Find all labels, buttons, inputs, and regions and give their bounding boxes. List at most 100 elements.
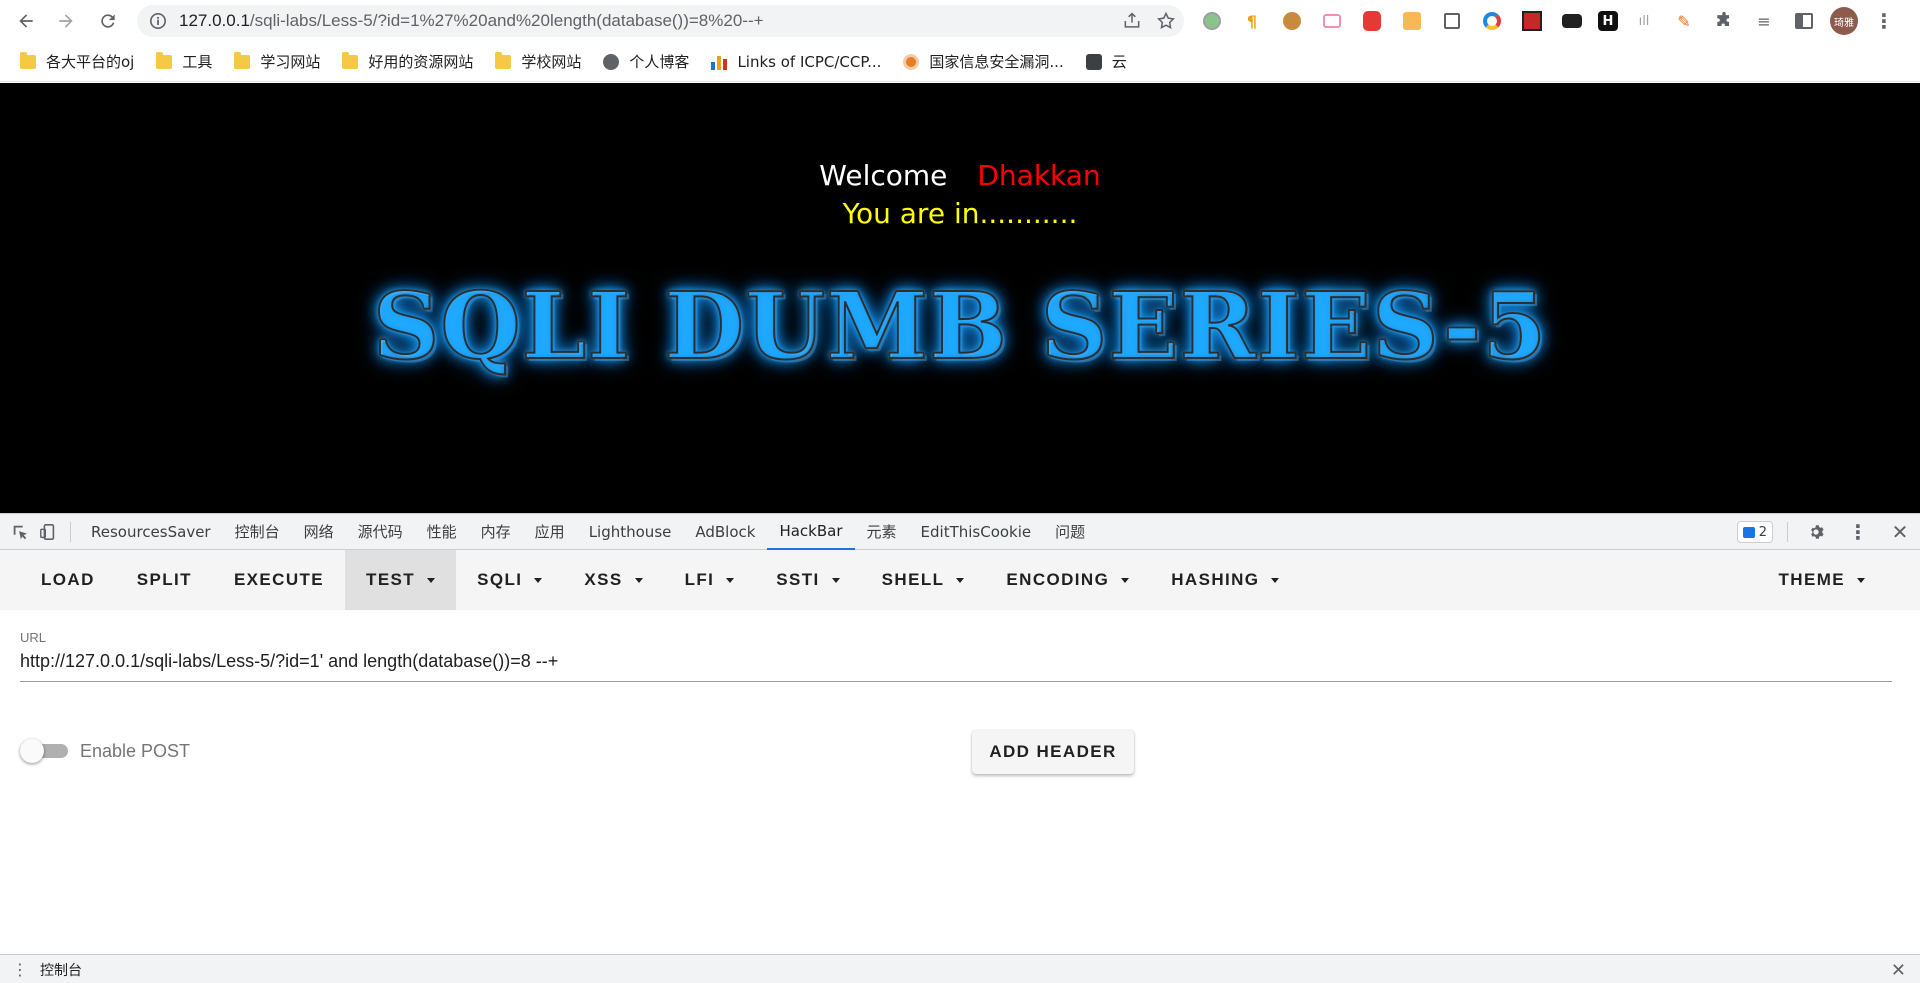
tab-elements[interactable]: 元素 [855,514,909,550]
address-url[interactable]: 127.0.0.1/sqli-labs/Less-5/?id=1%27%20an… [179,11,764,31]
issues-badge[interactable]: 2 [1736,521,1773,543]
inspect-element-icon[interactable] [6,518,34,546]
tab-hackbar[interactable]: HackBar [767,514,855,550]
reading-list-icon[interactable]: ≡ [1750,7,1778,35]
more-options-icon[interactable]: ⋮ [1844,518,1872,546]
extension-red-box-icon[interactable] [1518,7,1546,35]
bookmark-label: 学校网站 [521,53,582,71]
caret-down-icon [831,577,840,583]
caret-down-icon [726,577,735,583]
extension-h-icon[interactable]: H [1598,11,1618,31]
side-panel-icon[interactable] [1790,7,1818,35]
hackbar-toolbar: LOAD SPLIT EXECUTE TEST SQLI XSS LFI SST… [0,550,1920,610]
profile-avatar[interactable]: 琦雅 [1830,7,1858,35]
extension-pencil-icon[interactable]: ✎ [1670,7,1698,35]
caret-down-icon [634,577,643,583]
bookmark-label: 工具 [182,53,213,71]
tab-separator [70,521,71,542]
encoding-menu-button[interactable]: ENCODING [985,550,1150,610]
tab-sources[interactable]: 源代码 [346,514,415,550]
button-label: XSS [584,570,623,589]
extension-pilcrow-icon[interactable]: ¶ [1238,7,1266,35]
extension-orange-icon[interactable] [1398,7,1426,35]
bookmarks-bar: 各大平台的oj 工具 学习网站 好用的资源网站 学校网站 个人博客 Links … [0,42,1920,82]
close-devtools-icon[interactable]: ✕ [1886,518,1914,546]
extension-ring-icon[interactable] [1478,7,1506,35]
bookmark-cloud[interactable]: 云 [1085,51,1127,72]
browser-menu-icon[interactable]: ⋮ [1870,7,1898,35]
bookmark-blog[interactable]: 个人博客 [603,51,689,72]
drawer-console-tab[interactable]: 控制台 [40,960,82,980]
share-icon[interactable] [1122,11,1142,31]
hashing-menu-button[interactable]: HASHING [1150,550,1300,610]
bookmark-folder-tools[interactable]: 工具 [156,51,212,72]
bookmark-folder-oj[interactable]: 各大平台的oj [20,51,134,72]
bookmark-folder-school[interactable]: 学校网站 [495,51,581,72]
message-icon [1742,526,1755,538]
button-label: LFI [684,570,715,589]
url-input[interactable]: http://127.0.0.1/sqli-labs/Less-5/?id=1'… [20,651,1892,682]
site-info-icon[interactable] [149,12,167,30]
shell-menu-button[interactable]: SHELL [861,550,986,610]
tab-lighthouse[interactable]: Lighthouse [577,514,684,550]
controls-separator [1787,522,1788,542]
extension-adblock-icon[interactable] [1358,7,1386,35]
load-button[interactable]: LOAD [20,550,116,610]
xss-menu-button[interactable]: XSS [563,550,663,610]
bookmark-label: 各大平台的oj [46,53,135,71]
caret-down-icon [427,577,436,583]
hackbar-url-field[interactable]: URL http://127.0.0.1/sqli-labs/Less-5/?i… [20,630,1892,682]
caret-down-icon [1121,577,1130,583]
add-header-button[interactable]: ADD HEADER [972,730,1134,774]
devtools-tabbar: ResourcesSaver 控制台 网络 源代码 性能 内存 应用 Light… [0,514,1920,550]
button-label: SQLI [477,570,523,589]
ssti-menu-button[interactable]: SSTI [755,550,860,610]
tab-console[interactable]: 控制台 [223,514,292,550]
close-drawer-icon[interactable]: ✕ [1891,960,1906,981]
extension-tv-icon[interactable] [1318,7,1346,35]
extension-circle-icon[interactable] [1198,7,1226,35]
tab-memory[interactable]: 内存 [469,514,523,550]
arrow-left-icon [19,14,33,28]
folder-icon [495,51,512,69]
settings-gear-icon[interactable] [1802,518,1830,546]
drawer-menu-icon[interactable]: ⋮ [0,960,40,979]
bookmark-folder-resources[interactable]: 好用的资源网站 [342,51,473,72]
execute-button[interactable]: EXECUTE [213,550,345,610]
tab-editthiscookie[interactable]: EditThisCookie [909,514,1044,550]
forward-button[interactable] [46,1,86,41]
bookmark-cnnvd[interactable]: 国家信息安全漏洞... [903,51,1064,72]
button-label: SPLIT [136,570,192,589]
bookmark-icpc[interactable]: Links of ICPC/CCP... [711,53,881,71]
tab-network[interactable]: 网络 [292,514,346,550]
star-icon[interactable] [1156,11,1176,31]
tab-resourcessaver[interactable]: ResourcesSaver [79,514,223,550]
extension-mask-icon[interactable] [1558,7,1586,35]
tab-performance[interactable]: 性能 [415,514,469,550]
theme-menu-button[interactable]: THEME [1758,550,1887,610]
address-bar[interactable]: 127.0.0.1/sqli-labs/Less-5/?id=1%27%20an… [137,5,1184,37]
lfi-menu-button[interactable]: LFI [664,550,756,610]
button-label: LOAD [41,570,95,589]
test-menu-button[interactable]: TEST [345,550,457,610]
tab-application[interactable]: 应用 [523,514,577,550]
extension-bars-icon[interactable]: ıll [1630,7,1658,35]
url-host: 127.0.0.1 [179,11,250,30]
enable-post-label: Enable POST [80,740,191,761]
extensions-puzzle-icon[interactable] [1710,7,1738,35]
bookmark-label: 好用的资源网站 [368,53,474,71]
tab-issues[interactable]: 问题 [1043,514,1097,550]
extension-copy-icon[interactable] [1438,7,1466,35]
extension-cookie-icon[interactable] [1278,7,1306,35]
bookmark-label: 云 [1111,53,1127,71]
back-button[interactable] [6,1,46,41]
sqli-menu-button[interactable]: SQLI [456,550,563,610]
url-field-label: URL [20,630,47,645]
enable-post-toggle[interactable] [20,739,68,763]
device-toolbar-icon[interactable] [34,518,62,546]
bookmark-folder-study[interactable]: 学习网站 [234,51,320,72]
tab-adblock[interactable]: AdBlock [683,514,767,550]
button-label: TEST [366,570,416,589]
split-button[interactable]: SPLIT [116,550,213,610]
reload-button[interactable] [88,1,128,41]
